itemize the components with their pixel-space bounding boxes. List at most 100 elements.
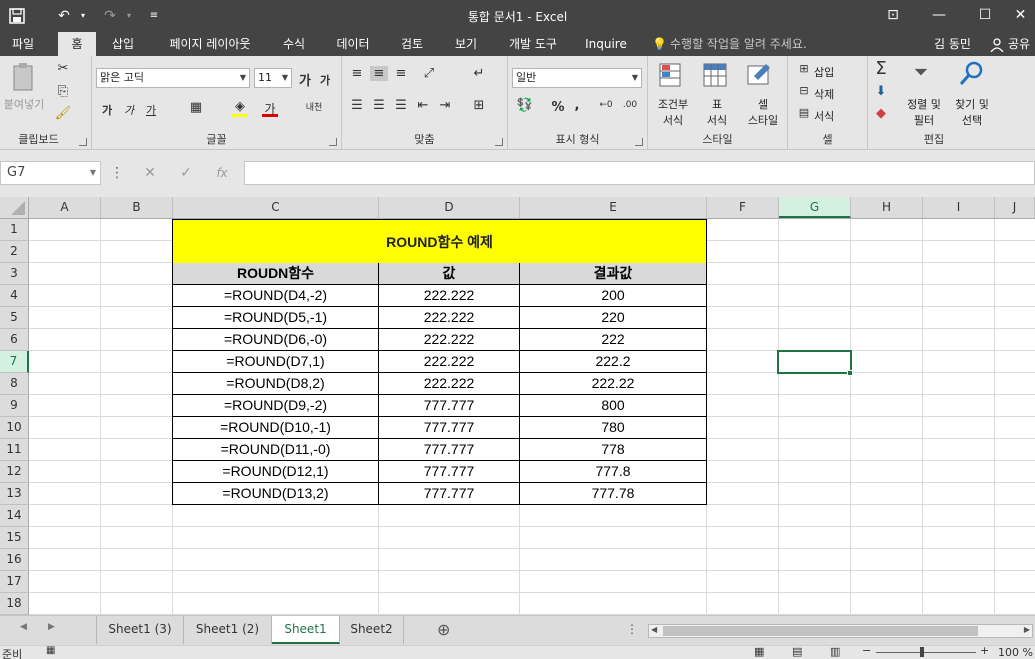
tab-file[interactable]: 파일 [0, 32, 46, 56]
user-name[interactable]: 김 동민 [934, 32, 971, 56]
formula-cell[interactable]: =ROUND(D6,-0) [172, 329, 379, 351]
decrease-font-icon[interactable]: 가 [318, 72, 332, 88]
format-cells-icon[interactable]: ▤ [796, 106, 812, 119]
delete-cells-icon[interactable]: ⊟ [796, 84, 812, 97]
table-title[interactable]: ROUND함수 예제 [172, 219, 707, 264]
more-icon[interactable]: ⋮ [110, 161, 124, 185]
row-header[interactable]: 3 [0, 263, 29, 285]
share-icon[interactable] [990, 32, 1004, 56]
tell-me-icon[interactable]: 💡 [652, 32, 667, 56]
row-header[interactable]: 2 [0, 241, 29, 263]
align-bottom-icon[interactable]: ≡ [392, 66, 410, 81]
result-cell[interactable]: 222 [520, 329, 707, 351]
scrollbar-thumb[interactable] [663, 626, 978, 636]
align-middle-icon[interactable]: ≡ [370, 66, 388, 81]
sort-filter-icon[interactable]: ⏷ [906, 62, 936, 83]
sheet-tab[interactable]: Sheet1 (2) [184, 616, 272, 644]
row-header[interactable]: 6 [0, 329, 29, 351]
row-header[interactable]: 8 [0, 373, 29, 395]
close-button[interactable]: ✕ [1006, 0, 1035, 32]
more-sheets-icon[interactable]: ⋮ [626, 622, 638, 636]
minimize-button[interactable]: — [916, 0, 962, 32]
page-break-icon[interactable]: ▥ [830, 645, 840, 658]
format-cells-button[interactable]: 서식 [814, 108, 834, 124]
find-select-icon[interactable] [956, 60, 986, 90]
tab-view[interactable]: 보기 [444, 32, 488, 56]
header-function[interactable]: ROUDN함수 [172, 263, 379, 285]
number-format-select[interactable]: 일반 ▼ [512, 68, 642, 88]
formula-cell[interactable]: =ROUND(D13,2) [172, 483, 379, 505]
row-header[interactable]: 1 [0, 219, 29, 241]
macro-record-icon[interactable]: ▦ [46, 645, 55, 656]
tab-page-layout[interactable]: 페이지 레이아웃 [156, 32, 264, 56]
tab-developer[interactable]: 개발 도구 [498, 32, 568, 56]
increase-decimal-icon[interactable]: ←0 [596, 100, 616, 110]
enter-icon[interactable]: ✓ [176, 161, 196, 185]
zoom-in-icon[interactable]: + [980, 644, 989, 657]
cell-styles-button[interactable]: 셀 스타일 [740, 96, 786, 128]
formula-cell[interactable]: =ROUND(D9,-2) [172, 395, 379, 417]
normal-view-icon[interactable]: ▦ [754, 645, 764, 658]
result-cell[interactable]: 222.22 [520, 373, 707, 395]
value-cell[interactable]: 777.777 [379, 483, 520, 505]
underline-button[interactable]: 가 [144, 102, 158, 118]
table-format-button[interactable]: 표 서식 [696, 96, 738, 128]
orientation-icon[interactable]: ⤢ [418, 66, 440, 81]
percent-button[interactable]: % [550, 100, 566, 115]
scroll-left-arrow-icon[interactable]: ◀ [651, 625, 657, 634]
tab-review[interactable]: 검토 [390, 32, 434, 56]
phonetic-button[interactable]: 내천 [304, 100, 324, 113]
name-box[interactable]: G7 ▼ [0, 161, 101, 185]
horizontal-scrollbar[interactable]: ◀ ▶ [648, 624, 1033, 638]
value-cell[interactable]: 777.777 [379, 395, 520, 417]
result-cell[interactable]: 800 [520, 395, 707, 417]
row-header[interactable]: 4 [0, 285, 29, 307]
row-header[interactable]: 18 [0, 593, 29, 615]
paste-icon[interactable] [10, 62, 38, 92]
number-launcher-icon[interactable] [635, 138, 643, 146]
column-header-c[interactable]: C [173, 197, 379, 218]
increase-font-icon[interactable]: 가 [298, 70, 312, 89]
cell-styles-icon[interactable] [746, 62, 774, 92]
font-launcher-icon[interactable] [329, 138, 337, 146]
value-cell[interactable]: 777.777 [379, 417, 520, 439]
result-cell[interactable]: 222.2 [520, 351, 707, 373]
align-left-icon[interactable]: ☰ [348, 98, 366, 113]
align-top-icon[interactable]: ≡ [348, 66, 366, 81]
row-header[interactable]: 10 [0, 417, 29, 439]
conditional-format-icon[interactable] [658, 62, 686, 92]
delete-cells-button[interactable]: 삭제 [814, 86, 834, 102]
comma-button[interactable]: , [570, 98, 584, 113]
table-format-icon[interactable] [702, 62, 730, 92]
tab-formulas[interactable]: 수식 [272, 32, 316, 56]
tab-inquire[interactable]: Inquire [578, 32, 634, 56]
copy-icon[interactable]: ⎘ [54, 84, 72, 99]
paste-button[interactable]: 붙여넣기 [0, 96, 48, 112]
ribbon-display-button[interactable]: ⊡ [870, 0, 916, 32]
column-header-g[interactable]: G [779, 197, 851, 218]
column-header-h[interactable]: H [851, 197, 923, 218]
formula-cell[interactable]: =ROUND(D10,-1) [172, 417, 379, 439]
sheet-tab[interactable]: Sheet2 [340, 616, 404, 644]
fill-icon[interactable]: ⬇ [872, 84, 890, 99]
column-header-e[interactable]: E [520, 197, 707, 218]
find-select-button[interactable]: 찾기 및 선택 [950, 96, 994, 128]
align-center-icon[interactable]: ☰ [370, 98, 388, 113]
row-header[interactable]: 9 [0, 395, 29, 417]
zoom-slider[interactable] [876, 652, 976, 653]
result-cell[interactable]: 220 [520, 307, 707, 329]
active-cell[interactable] [777, 350, 852, 374]
column-header-b[interactable]: B [101, 197, 173, 218]
scroll-right-icon[interactable]: ▶ [48, 622, 55, 632]
page-layout-icon[interactable]: ▤ [792, 645, 802, 658]
value-cell[interactable]: 777.777 [379, 439, 520, 461]
currency-icon[interactable]: 💱 [514, 98, 536, 113]
zoom-slider-thumb[interactable] [920, 647, 924, 657]
share-button[interactable]: 공유 [1008, 32, 1030, 56]
zoom-level[interactable]: 100 % [998, 646, 1033, 659]
bold-button[interactable]: 가 [100, 102, 114, 118]
formula-cell[interactable]: =ROUND(D7,1) [172, 351, 379, 373]
border-icon[interactable]: ▦ [188, 100, 204, 115]
conditional-format-button[interactable]: 조건부 서식 [652, 96, 694, 128]
clipboard-launcher-icon[interactable] [79, 138, 87, 146]
